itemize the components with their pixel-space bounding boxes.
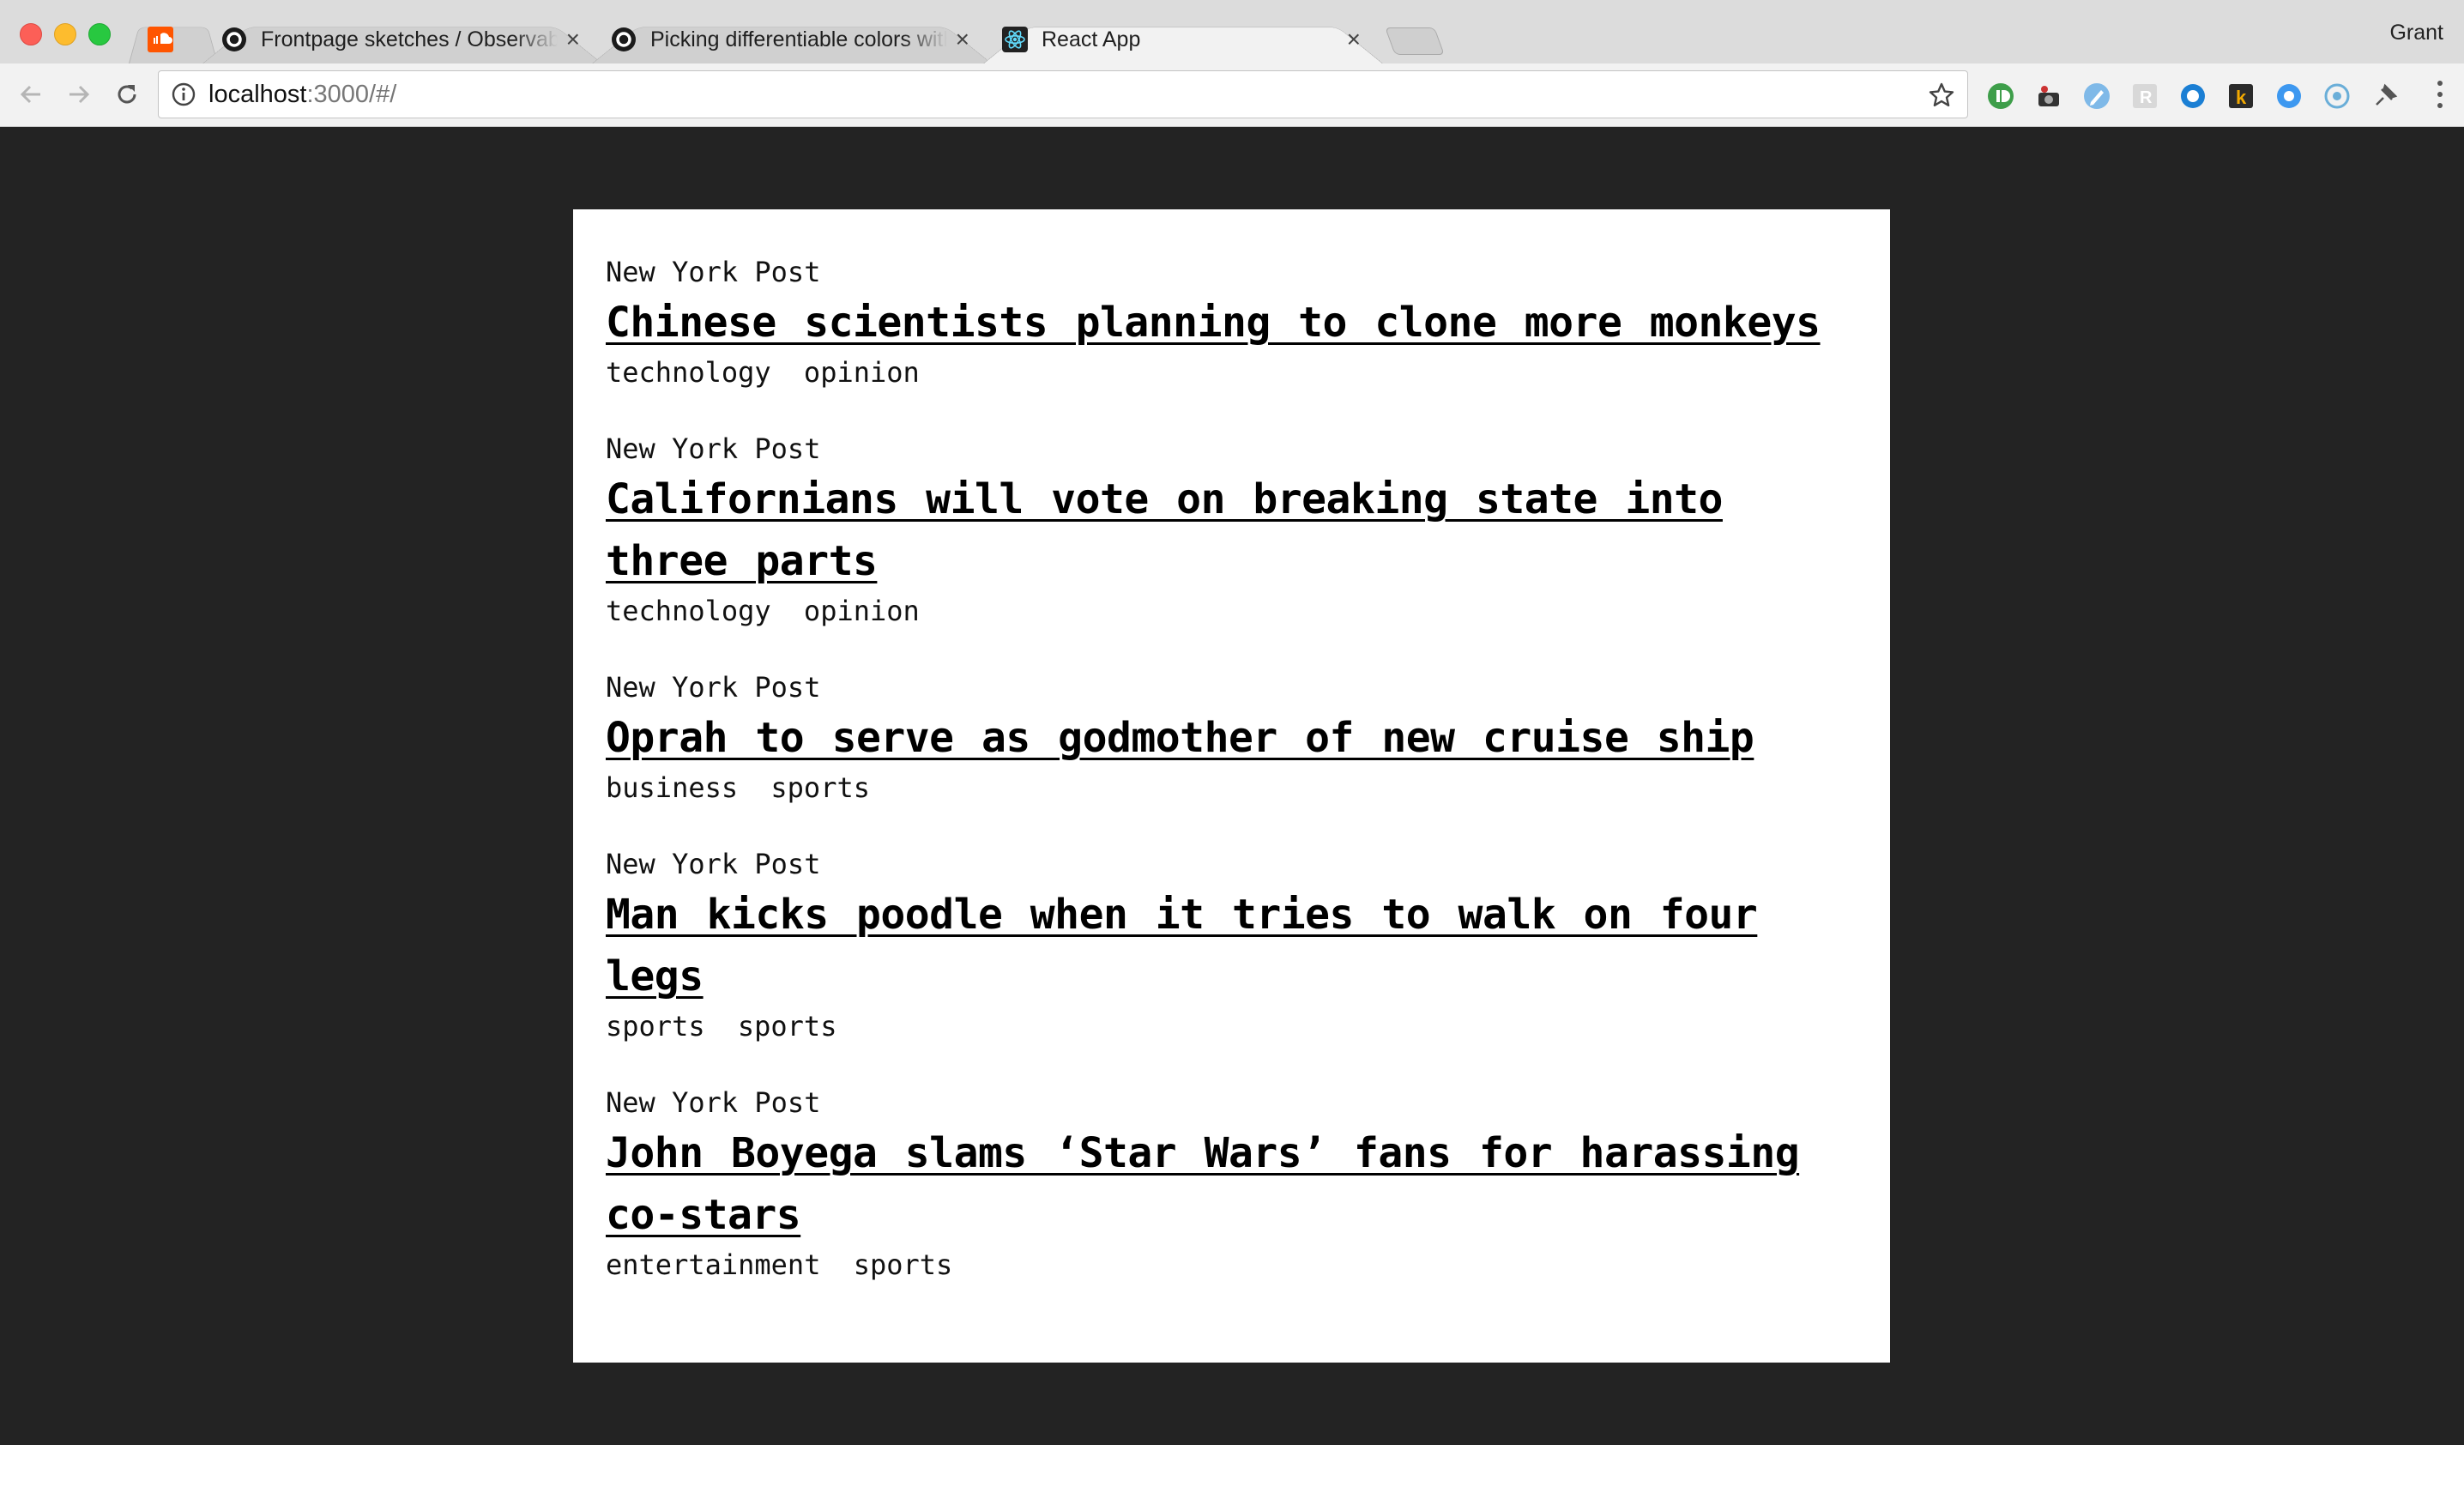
story-item: New York Post Californians will vote on … [606,429,1857,630]
svg-text:R: R [2140,88,2153,107]
story-list: New York Post Chinese scientists plannin… [573,209,1890,1363]
instapaper-icon[interactable] [1987,82,2014,110]
url-path: :3000/#/ [306,80,397,108]
story-item: New York Post Man kicks poodle when it t… [606,844,1857,1045]
story-headline-link[interactable]: Man kicks poodle when it tries to walk o… [606,884,1857,1007]
profile-name[interactable]: Grant [2389,21,2443,45]
url-text[interactable]: localhost:3000/#/ [208,81,396,109]
story-source: New York Post [606,256,821,288]
tab-title: Frontpage sketches / Observable [261,27,558,51]
story-source: New York Post [606,432,821,465]
address-bar[interactable]: localhost:3000/#/ [158,70,1968,118]
tab-react-app[interactable]: React App × [983,15,1383,63]
story-headline-link[interactable]: Californians will vote on breaking state… [606,468,1857,592]
story-tag: business [606,771,739,804]
arrow-left-icon [20,85,40,104]
story-tags: business sports [606,769,1857,807]
observable-icon [221,27,247,52]
browser-toolbar: localhost:3000/#/ R k [0,63,2464,127]
story-tag: sports [606,1010,705,1043]
close-icon[interactable]: × [566,27,580,51]
close-window-button[interactable] [20,23,42,45]
bookmark-star-icon[interactable] [1926,80,1957,111]
camera-extension-icon[interactable] [2035,82,2062,110]
observable-icon [611,27,637,52]
circle-lightblue-icon[interactable] [2275,82,2303,110]
zoom-window-button[interactable] [88,23,111,45]
story-tag: technology [606,356,771,389]
page-viewport: New York Post Chinese scientists plannin… [0,127,2464,1445]
tab-frontpage-sketches[interactable]: Frontpage sketches / Observable × [202,15,602,63]
new-tab-button[interactable] [1390,27,1440,55]
arrow-right-icon [69,85,90,104]
minimize-window-button[interactable] [54,23,76,45]
pin-extension-icon[interactable] [2371,82,2399,110]
pen-extension-icon[interactable] [2083,82,2111,110]
soundcloud-icon [148,27,173,52]
tab-picking-colors[interactable]: Picking differentiable colors with × [592,15,992,63]
forward-button[interactable] [60,76,98,113]
circle-blue-icon[interactable] [2179,82,2207,110]
info-icon[interactable] [171,82,196,107]
url-host: localhost [208,80,307,108]
close-icon[interactable]: × [1347,27,1361,51]
back-button[interactable] [12,76,50,113]
story-tag: opinion [803,356,920,389]
story-item: New York Post Oprah to serve as godmothe… [606,668,1857,807]
story-tags: entertainment sports [606,1246,1857,1284]
story-item: New York Post Chinese scientists plannin… [606,252,1857,391]
more-menu-icon[interactable] [2431,77,2449,112]
story-headline-link[interactable]: Oprah to serve as godmother of new cruis… [606,707,1857,769]
story-headline-link[interactable]: John Boyega slams ‘Star Wars’ fans for h… [606,1122,1857,1246]
story-tag: sports [770,771,870,804]
tab-title: Picking differentiable colors with [650,27,947,51]
reload-button[interactable] [108,76,146,113]
close-icon[interactable]: × [956,27,969,51]
window-bottom [0,1445,2464,1505]
story-tag: entertainment [606,1248,821,1281]
circle-outline-icon[interactable] [2323,82,2351,110]
story-headline-link[interactable]: Chinese scientists planning to clone mor… [606,292,1857,354]
tab-title: React App [1042,27,1141,51]
svg-text:k: k [2236,87,2247,108]
story-source: New York Post [606,848,821,880]
story-source: New York Post [606,671,821,704]
story-tag: sports [737,1010,837,1043]
story-tags: technology opinion [606,592,1857,630]
reload-icon [118,85,136,104]
tab-strip: Frontpage sketches / Observable × Pickin… [0,0,2464,63]
r-extension-icon[interactable]: R [2131,82,2159,110]
story-tags: technology opinion [606,354,1857,391]
story-tags: sports sports [606,1007,1857,1045]
story-source: New York Post [606,1086,821,1119]
story-tag: sports [853,1248,953,1281]
k-extension-icon[interactable]: k [2227,82,2255,110]
story-tag: technology [606,595,771,627]
story-tag: opinion [803,595,920,627]
react-icon [1002,27,1028,52]
story-item: New York Post John Boyega slams ‘Star Wa… [606,1083,1857,1284]
